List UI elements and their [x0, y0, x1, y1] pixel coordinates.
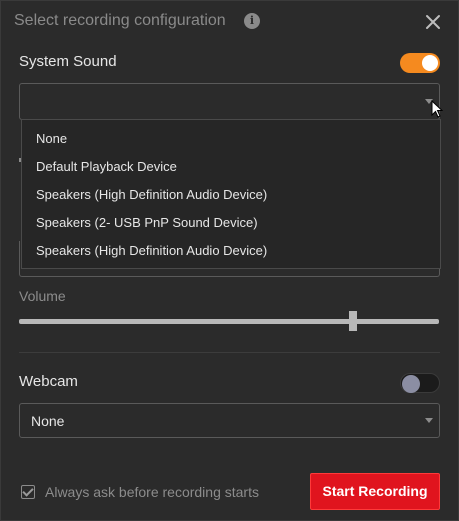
- mouse-pointer-icon: [431, 99, 445, 120]
- system-sound-label: System Sound: [19, 53, 117, 70]
- webcam-label: Webcam: [19, 373, 78, 390]
- webcam-select[interactable]: None: [19, 403, 440, 438]
- dropdown-option-speakers-hd[interactable]: Speakers (High Definition Audio Device): [36, 187, 267, 202]
- always-ask-label: Always ask before recording starts: [45, 484, 259, 500]
- volume-slider-thumb[interactable]: [348, 311, 357, 331]
- dropdown-option-speakers-usb[interactable]: Speakers (2- USB PnP Sound Device): [36, 215, 258, 230]
- system-sound-toggle[interactable]: [400, 53, 440, 73]
- info-icon[interactable]: i: [244, 13, 260, 29]
- system-sound-select[interactable]: [19, 83, 440, 120]
- checkmark-icon: [22, 485, 34, 497]
- section-divider: [19, 352, 440, 353]
- start-recording-button[interactable]: Start Recording: [310, 473, 440, 510]
- dropdown-option-default-playback[interactable]: Default Playback Device: [36, 159, 177, 174]
- webcam-toggle[interactable]: [400, 373, 440, 393]
- webcam-select-value: None: [31, 413, 65, 429]
- dropdown-option-none[interactable]: None: [36, 131, 67, 146]
- dialog-title: Select recording configuration: [14, 12, 226, 29]
- volume-slider-track[interactable]: [19, 319, 439, 324]
- dropdown-option-speakers-hd-2[interactable]: Speakers (High Definition Audio Device): [36, 243, 267, 258]
- volume-label: Volume: [19, 288, 66, 304]
- toggle-knob: [402, 375, 420, 393]
- chevron-down-icon: [425, 418, 433, 423]
- toggle-knob: [422, 55, 438, 71]
- always-ask-checkbox[interactable]: [21, 485, 35, 499]
- system-sound-dropdown: None Default Playback Device Speakers (H…: [21, 119, 441, 269]
- recording-config-dialog: Select recording configuration i System …: [0, 0, 459, 521]
- close-icon[interactable]: [422, 11, 444, 33]
